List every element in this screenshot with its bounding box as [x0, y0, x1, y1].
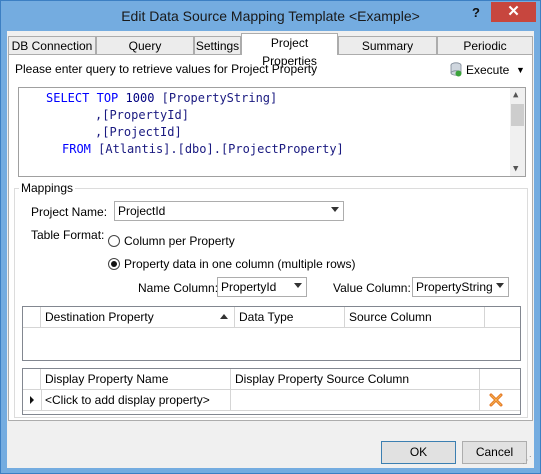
column-header-label: Destination Property [45, 310, 154, 324]
sql-text: ,[PropertyId] [95, 108, 189, 122]
sql-keyword: SELECT [46, 91, 90, 105]
tab-settings[interactable]: Settings [194, 36, 241, 54]
resize-grip-icon[interactable]: ⋰ [522, 455, 532, 466]
project-name-combo[interactable]: ProjectId [114, 201, 344, 221]
execute-label: Execute [466, 63, 510, 77]
name-column-label: Name Column: [138, 281, 219, 295]
display-property-name-cell[interactable]: <Click to add display property> [41, 390, 231, 410]
row-header-cell [23, 369, 41, 389]
help-button[interactable]: ? [464, 4, 488, 22]
sql-query-editor[interactable]: SELECT TOP 1000 [PropertyString] ,[Prope… [18, 87, 526, 177]
scroll-thumb[interactable] [511, 104, 524, 126]
column-header-display-property-name[interactable]: Display Property Name [41, 369, 231, 389]
sql-text: [Atlantis].[dbo].[ProjectProperty] [98, 142, 344, 156]
delete-icon[interactable] [489, 393, 503, 407]
chevron-down-icon [496, 283, 504, 288]
name-column-value: PropertyId [221, 280, 277, 294]
sql-keyword: FROM [62, 142, 91, 156]
tab-query-parameters[interactable]: Query Parameters [96, 36, 194, 71]
execute-button[interactable]: Execute ▼ [446, 58, 528, 82]
radio-column-per-property[interactable] [108, 235, 120, 247]
database-run-icon [450, 62, 462, 77]
display-property-source-cell[interactable] [231, 390, 480, 410]
property-grid-header: Destination Property Data Type Source Co… [23, 307, 520, 328]
chevron-down-icon [294, 283, 302, 288]
column-header-data-type[interactable]: Data Type [235, 307, 345, 327]
property-grid-body[interactable] [23, 328, 520, 360]
scroll-up-icon[interactable]: ▲ [513, 90, 518, 100]
chevron-down-icon[interactable]: ▼ [516, 58, 525, 82]
project-name-value: ProjectId [118, 204, 166, 218]
ok-button[interactable]: OK [381, 441, 456, 464]
sort-ascending-icon [220, 314, 228, 319]
window-title: Edit Data Source Mapping Template <Examp… [121, 8, 420, 24]
tab-project-properties[interactable]: Project Properties [241, 33, 338, 68]
property-mapping-grid[interactable]: Destination Property Data Type Source Co… [22, 306, 521, 361]
dialog-client-area: DB Connection Query Parameters Settings … [7, 31, 534, 468]
scroll-down-icon[interactable]: ▼ [513, 164, 518, 174]
row-header [23, 390, 42, 410]
tab-periodic-variables[interactable]: Periodic Variables [437, 36, 533, 71]
query-scrollbar[interactable]: ▲ ▼ [510, 88, 525, 176]
display-grid-header: Display Property Name Display Property S… [23, 369, 520, 390]
chevron-down-icon [331, 207, 339, 212]
query-line-3: ,[ProjectId] [95, 124, 182, 141]
column-header-display-property-source[interactable]: Display Property Source Column [231, 369, 480, 389]
table-format-label: Table Format: [31, 228, 105, 242]
tab-strip: DB Connection Query Parameters Settings … [8, 33, 534, 71]
sql-text: [PropertyString] [161, 91, 278, 105]
value-column-label: Value Column: [333, 281, 411, 295]
title-bar[interactable]: Edit Data Source Mapping Template <Examp… [1, 1, 540, 31]
radio-column-per-property-label[interactable]: Column per Property [124, 234, 235, 248]
value-column-value: PropertyString [416, 280, 493, 294]
query-line-4: FROM [Atlantis].[dbo].[ProjectProperty] [62, 141, 344, 158]
delete-cell[interactable] [480, 390, 520, 410]
radio-property-data-label[interactable]: Property data in one column (multiple ro… [124, 257, 355, 271]
sql-text: ,[ProjectId] [95, 125, 182, 139]
close-button[interactable]: ✕ [491, 2, 536, 22]
sql-keyword: TOP [96, 91, 119, 105]
display-property-grid[interactable]: Display Property Name Display Property S… [22, 368, 521, 415]
project-name-label: Project Name: [31, 205, 108, 219]
mappings-group-label: Mappings [19, 181, 76, 195]
table-row[interactable]: <Click to add display property> [23, 390, 520, 411]
dialog-window: Edit Data Source Mapping Template <Examp… [0, 0, 541, 474]
value-column-combo[interactable]: PropertyString [412, 277, 509, 297]
tab-summary-variables[interactable]: Summary Variables [338, 36, 437, 71]
project-properties-page: Please enter query to retrieve values fo… [8, 54, 533, 421]
query-line-1: SELECT TOP 1000 [PropertyString] [46, 90, 277, 107]
row-header-cell [23, 307, 41, 327]
sql-number: 1000 [125, 91, 155, 105]
radio-property-data[interactable] [108, 258, 120, 270]
tab-db-connection[interactable]: DB Connection [8, 36, 96, 54]
current-row-icon [30, 396, 34, 404]
column-header-source-column[interactable]: Source Column [345, 307, 485, 327]
column-header-destination-property[interactable]: Destination Property [41, 307, 235, 327]
name-column-combo[interactable]: PropertyId [217, 277, 307, 297]
query-line-2: ,[PropertyId] [95, 107, 189, 124]
cancel-button[interactable]: Cancel [462, 441, 527, 464]
